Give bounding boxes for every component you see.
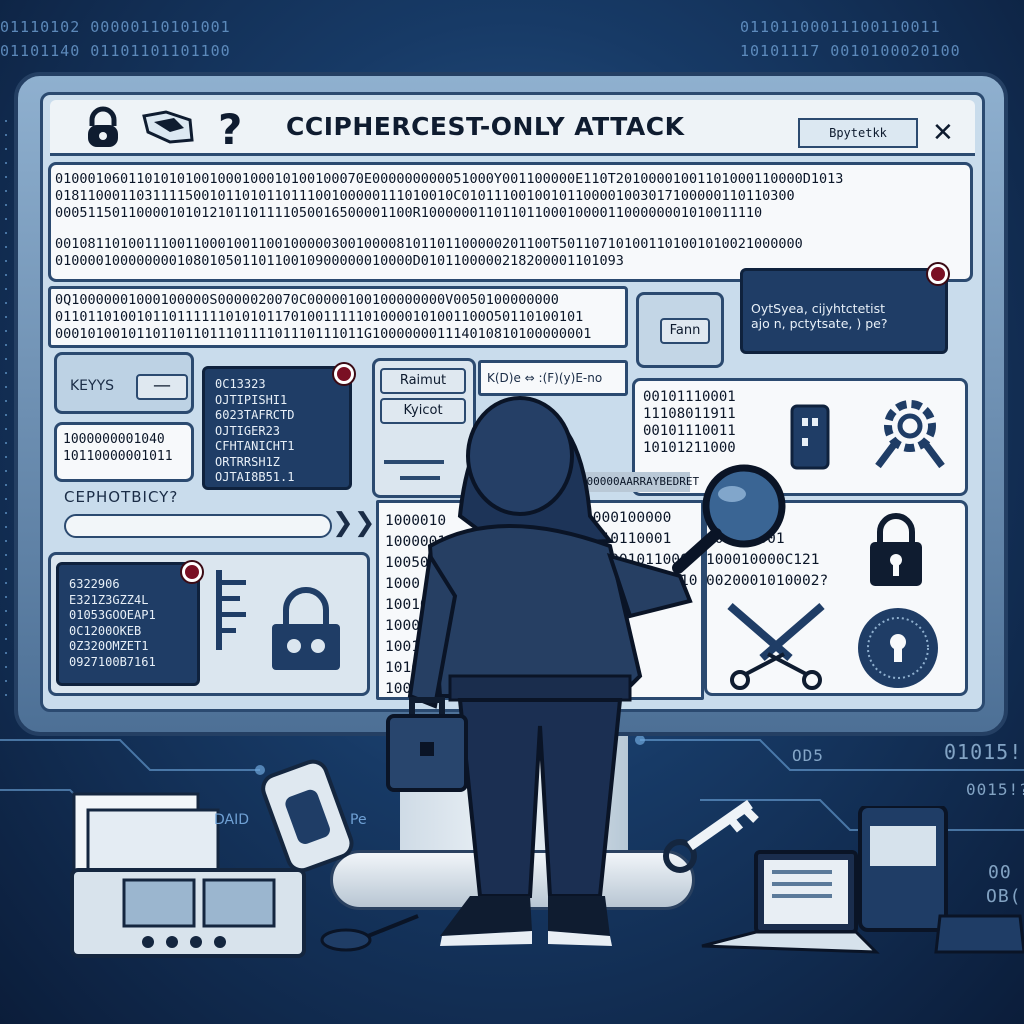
key-list-line: OJTIGER23: [215, 423, 281, 438]
ciphertext-line: 00010100101101101101110111101110111011G1…: [55, 326, 592, 342]
ciphertext-line: 0110110100101101111110101011701001111101…: [55, 309, 584, 325]
padlock-outline-icon[interactable]: [266, 584, 346, 674]
lower-list-line: 0927100B7161: [69, 654, 156, 669]
svg-text:?: ?: [218, 106, 242, 150]
background-binary-text: OB(: [986, 886, 1022, 907]
ciphertext-panel-secondary: 0Q10000001000100000S0000020070C000001001…: [48, 286, 628, 348]
cipher-caption: CEPHOTBICY?: [64, 488, 179, 506]
ciphertext-line: 0181100011031111500101101011011100100000…: [55, 188, 795, 204]
lower-list-line: 0Z320OMZET1: [69, 639, 149, 653]
close-dot-icon[interactable]: [182, 562, 202, 582]
lower-list-line: 0C1200OKEB: [69, 623, 142, 638]
usb-drive-icon[interactable]: [790, 404, 830, 470]
run-button[interactable]: Raimut: [380, 368, 466, 394]
padlock-icon[interactable]: [866, 512, 926, 588]
popup-text: OytSyea, cijyhtctetist: [751, 301, 886, 316]
close-dot-icon[interactable]: [334, 364, 354, 384]
ciphertext-panel: 01000106011010101001000100010100100070E0…: [48, 162, 973, 282]
bars-icon: [216, 570, 246, 650]
canister-icon: [261, 759, 354, 873]
ciphertext-line: 0005115011000010101210110111105001650000…: [55, 205, 763, 221]
window-title: CCIPHERCEST-ONLY ATTACK: [286, 112, 685, 141]
key-list-panel: 0C13323 OJTIPISHI1 6023TAFRCTD OJTIGER23…: [202, 366, 352, 490]
laptop-tablet-group: [701, 806, 1024, 954]
decrypt-popup: OytSyea, cijyhtctetist ajo n, pctytsate,…: [740, 268, 948, 354]
background-binary-text: 00: [988, 862, 1012, 883]
background-binary-text: 01015!: [944, 740, 1023, 764]
key-binary-line: 10110000001011: [63, 449, 173, 464]
lower-list-line: E321Z3GZZ4L: [69, 592, 149, 607]
lock-icon[interactable]: [80, 106, 126, 150]
keys-label: KEYYS: [70, 378, 115, 394]
desk-label: DAID: [214, 812, 250, 828]
background-binary-text: OD5: [792, 746, 824, 765]
progress-bar[interactable]: [64, 514, 332, 538]
formula-text: K(D)e ⇔ :(F)(y)E-no: [487, 371, 603, 385]
briefcase-icon: [386, 697, 468, 792]
ciphertext-line: 0010811010011100110001001100100000300100…: [55, 236, 803, 252]
binary-line: 0020001010002?: [706, 573, 829, 589]
ciphertext-line: 01000106011010101001000100010100100070E0…: [55, 171, 844, 187]
key-binary-line: 1000000001040: [63, 432, 165, 447]
chevron-right-icon[interactable]: ❯❯: [332, 508, 376, 538]
key-ring-icon: [320, 914, 419, 952]
key-list-line: OJTAI8B51.1: [215, 470, 295, 484]
vault-dial-icon[interactable]: [856, 606, 940, 690]
fann-button[interactable]: Fann: [660, 318, 710, 344]
lower-key-list: 6322906 E321Z3GZZ4L 01053GOOEAP1 0C1200O…: [56, 562, 200, 686]
key-icon[interactable]: [140, 106, 196, 150]
lower-list-line: 6322906: [69, 577, 120, 591]
question-icon[interactable]: ?: [212, 106, 258, 150]
close-button[interactable]: ✕: [932, 120, 954, 146]
ciphertext-line: 0Q10000001000100000S0000020070C000001001…: [55, 292, 559, 308]
gear-key-icon[interactable]: [868, 396, 948, 476]
key-list-line: ORTRRSH1Z: [215, 454, 281, 469]
formula-field[interactable]: K(D)e ⇔ :(F)(y)E-no: [478, 360, 628, 396]
key-list-line: 0C13323: [215, 377, 266, 391]
crossed-knives-icon[interactable]: [720, 600, 832, 690]
key-list-line: 6023TAFRCTD: [215, 408, 295, 422]
lower-list-line: 01053GOOEAP1: [69, 608, 156, 622]
key-list-line: OJTIPISHI1: [215, 392, 288, 407]
background-binary-text: 0015!?: [966, 780, 1024, 799]
popup-text: ajo n, pctytsate, ) pe?: [751, 316, 888, 331]
close-dot-icon[interactable]: [928, 264, 948, 284]
title-search-field[interactable]: Bpytetkk: [798, 118, 918, 148]
key-list-line: CFHTANICHT1: [215, 439, 295, 453]
magnifier-icon: [672, 464, 786, 574]
keys-binary-panel: 1000000001040 10110000001011: [54, 422, 194, 482]
keys-button[interactable]: —: [136, 374, 188, 400]
